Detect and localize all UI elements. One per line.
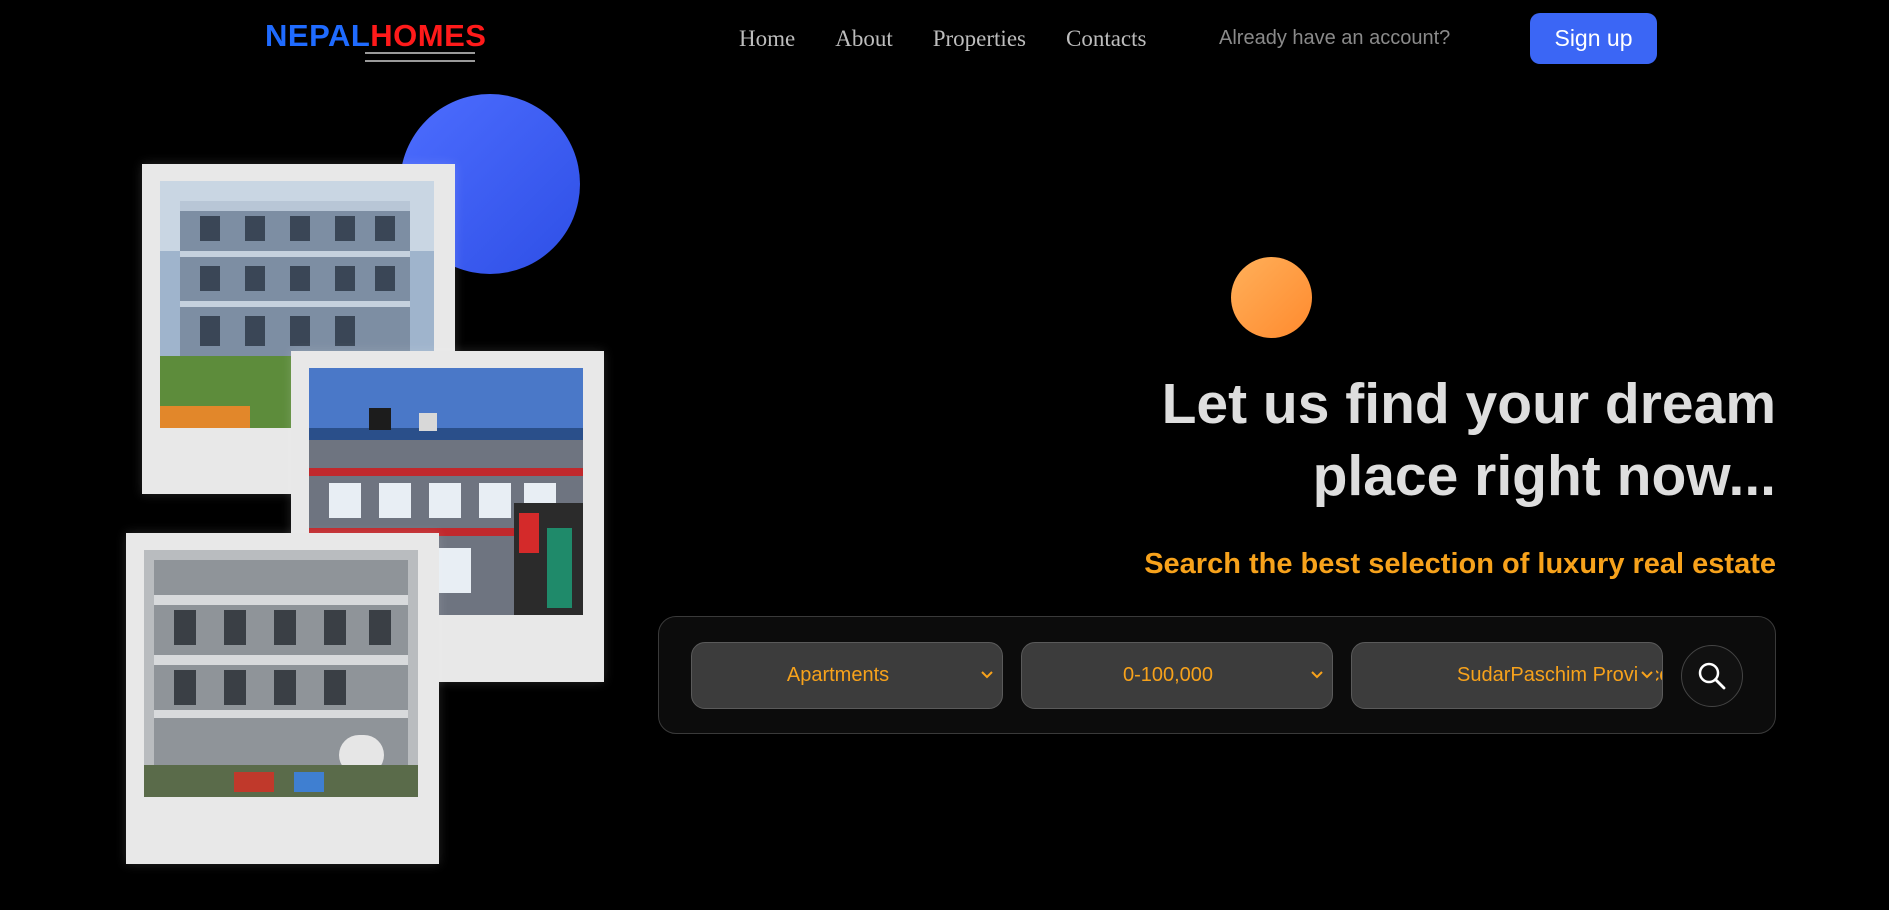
hero-title-line-2: place right now... <box>1312 444 1776 508</box>
hero-title-line-1: Let us find your dream <box>1161 372 1776 436</box>
nav-contacts[interactable]: Contacts <box>1066 26 1147 52</box>
chevron-down-icon <box>981 671 993 679</box>
chevron-down-icon <box>1311 671 1323 679</box>
property-type-select[interactable]: Apartments <box>691 642 1003 709</box>
logo-nepal: NEPAL <box>265 18 371 53</box>
property-photo-card-3 <box>126 533 439 864</box>
logo-homes: HOMES <box>370 18 487 53</box>
signup-button[interactable]: Sign up <box>1530 13 1657 64</box>
province-select[interactable]: SudarPaschim Province <box>1351 642 1663 709</box>
hero-subtitle: Search the best selection of luxury real… <box>1144 548 1776 580</box>
price-range-select[interactable]: 0-100,000 <box>1021 642 1333 709</box>
nav-about[interactable]: About <box>835 26 893 52</box>
nav-properties[interactable]: Properties <box>933 26 1026 52</box>
decorative-orange-circle <box>1231 257 1312 338</box>
province-value: SudarPaschim Province <box>1457 664 1663 686</box>
property-search-bar: Apartments 0-100,000 SudarPaschim Provin… <box>658 616 1776 734</box>
property-type-value: Apartments <box>786 664 890 686</box>
main-nav: Home About Properties Contacts <box>739 26 1146 52</box>
account-prompt[interactable]: Already have an account? <box>1219 27 1450 50</box>
logo-underline <box>365 52 475 62</box>
chevron-down-icon <box>1638 665 1656 683</box>
nav-home[interactable]: Home <box>739 26 795 52</box>
hero-title: Let us find your dream place right now..… <box>976 368 1776 512</box>
price-range-value: 0-100,000 <box>1122 664 1214 686</box>
search-icon <box>1698 662 1726 690</box>
search-button[interactable] <box>1681 645 1743 707</box>
site-logo[interactable]: NEPALHOMES <box>265 18 486 54</box>
property-photo-3 <box>144 550 418 797</box>
